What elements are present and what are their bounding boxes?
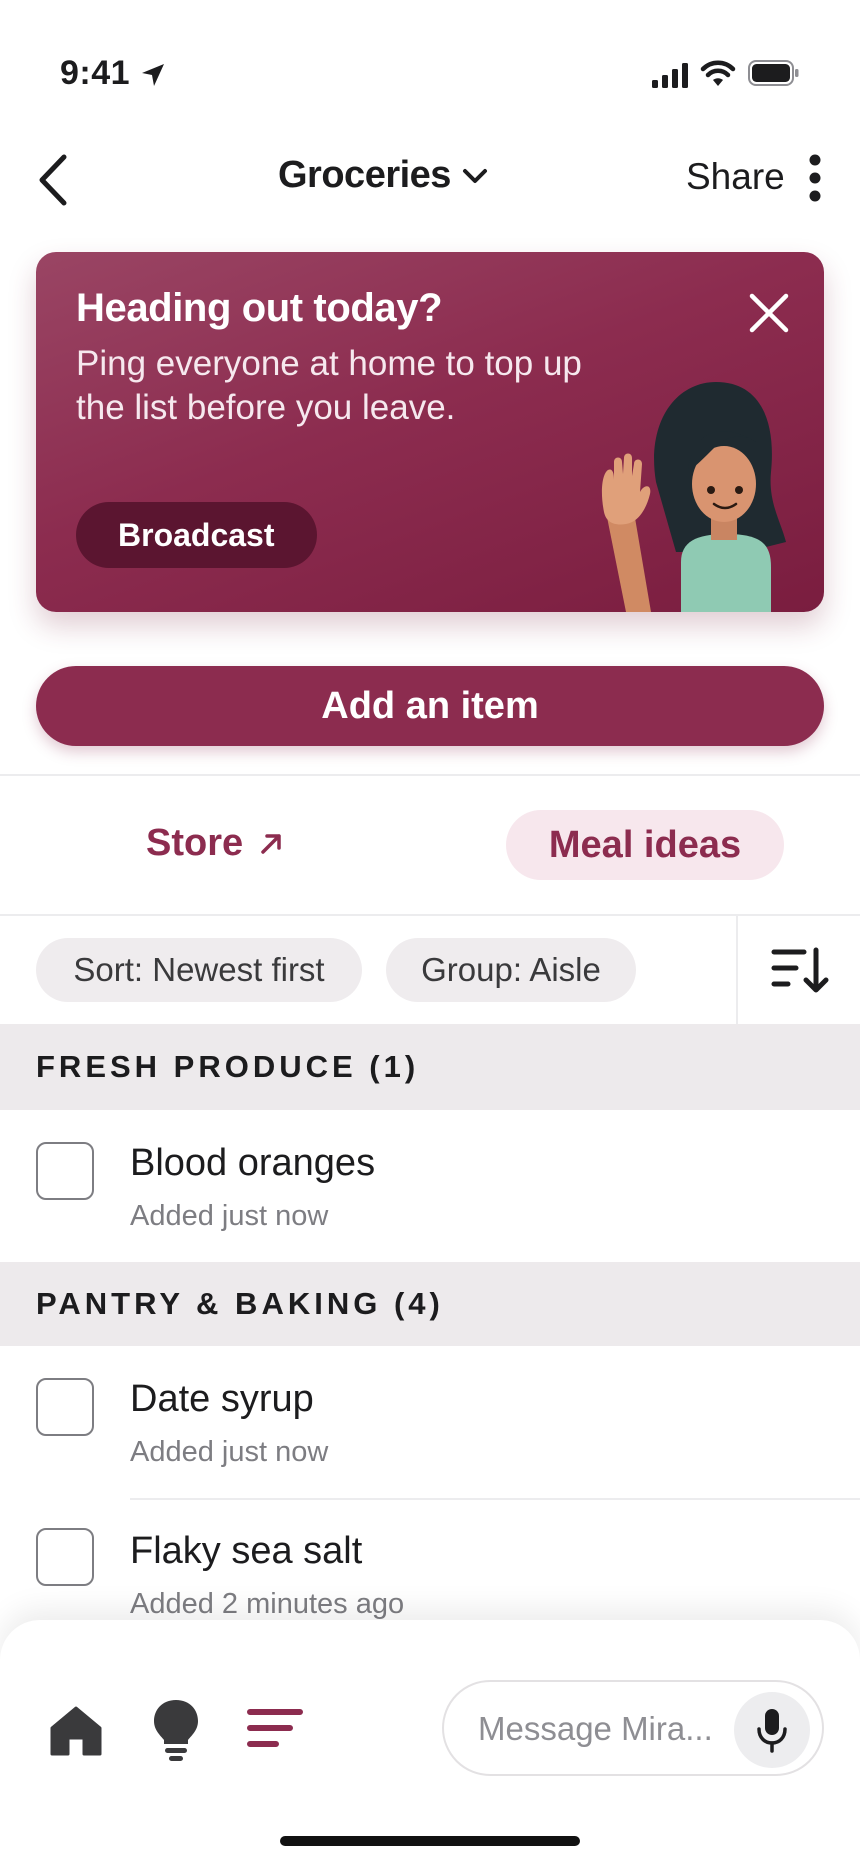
item-name: Flaky sea salt: [130, 1530, 363, 1572]
list-item[interactable]: Blood oranges Added just now: [0, 1110, 860, 1262]
lightbulb-icon[interactable]: [150, 1698, 202, 1762]
list-item[interactable]: Flaky sea salt Added 2 minutes ago: [0, 1500, 860, 1640]
list-icon[interactable]: [246, 1706, 304, 1752]
sort-chip[interactable]: Sort: Newest first: [36, 938, 362, 1002]
home-icon[interactable]: [48, 1702, 104, 1758]
cellular-signal-icon: [652, 63, 688, 88]
arrow-up-right-icon: [261, 833, 281, 854]
item-checkbox[interactable]: [36, 1142, 94, 1200]
location-arrow-icon: [142, 64, 164, 86]
item-checkbox[interactable]: [36, 1378, 94, 1436]
share-button[interactable]: Share: [686, 156, 785, 198]
item-added-time: Added 2 minutes ago: [130, 1588, 405, 1620]
close-icon[interactable]: [744, 288, 794, 338]
meal-ideas-button[interactable]: Meal ideas: [506, 810, 784, 880]
add-item-button[interactable]: Add an item: [36, 666, 824, 746]
sort-order-icon[interactable]: [770, 944, 830, 996]
battery-icon: [748, 60, 799, 86]
store-label: Store: [146, 822, 244, 864]
divider: [736, 916, 738, 1024]
store-link[interactable]: Store: [146, 822, 285, 865]
item-name: Date syrup: [130, 1378, 314, 1420]
home-indicator: [280, 1836, 580, 1846]
promo-body: Ping everyone at home to top up the list…: [76, 344, 582, 427]
item-added-time: Added just now: [130, 1200, 329, 1232]
broadcast-button[interactable]: Broadcast: [76, 502, 317, 568]
waving-person-illustration: [601, 382, 786, 612]
divider: [0, 774, 860, 776]
item-checkbox[interactable]: [36, 1528, 94, 1586]
microphone-button[interactable]: [734, 1692, 810, 1768]
microphone-icon: [757, 1709, 787, 1753]
section-header-pantry-baking: PANTRY & BAKING (4): [0, 1262, 860, 1346]
message-placeholder: Message Mira...: [478, 1710, 713, 1747]
chevron-down-icon: [462, 168, 487, 183]
wifi-icon: [700, 60, 736, 86]
status-time: 9:41: [60, 54, 131, 92]
group-chip[interactable]: Group: Aisle: [386, 938, 636, 1002]
promo-card: Heading out today? Ping everyone at home…: [36, 252, 824, 612]
chevron-left-icon: [39, 154, 67, 206]
status-bar: 9:41: [0, 0, 860, 150]
item-name: Blood oranges: [130, 1142, 376, 1184]
back-button[interactable]: [36, 150, 86, 210]
item-added-time: Added just now: [130, 1436, 329, 1468]
divider: [0, 914, 860, 916]
more-options-icon[interactable]: [800, 154, 830, 202]
page-title: Groceries: [278, 154, 451, 196]
promo-title: Heading out today?: [76, 286, 443, 330]
message-input[interactable]: Message Mira...: [442, 1680, 824, 1776]
list-item[interactable]: Date syrup Added just now: [0, 1346, 860, 1498]
section-header-fresh-produce: FRESH PRODUCE (1): [0, 1024, 860, 1110]
list-switcher[interactable]: Groceries: [278, 154, 489, 197]
